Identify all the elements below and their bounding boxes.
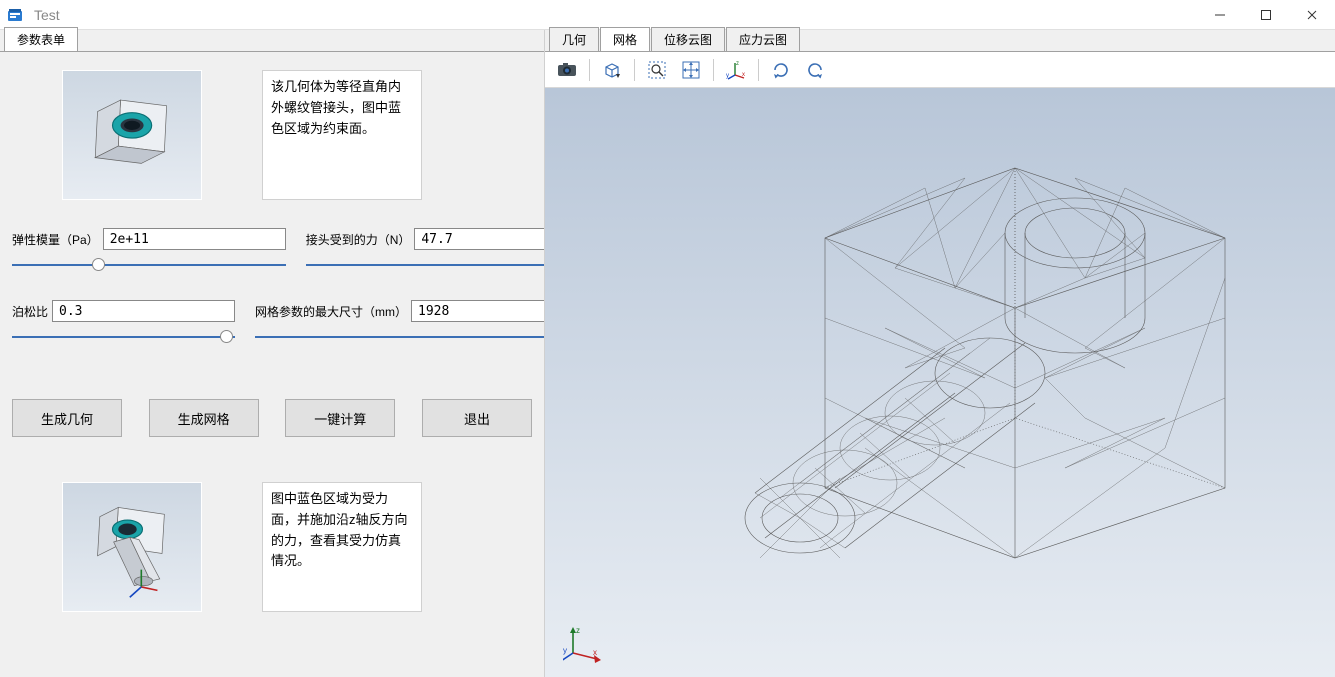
mesh-size-label: 网格参数的最大尺寸（mm） <box>255 303 407 320</box>
axes-icon[interactable]: zx y <box>722 56 750 84</box>
rotate-ccw-icon[interactable] <box>801 56 829 84</box>
tab-parameter-form[interactable]: 参数表单 <box>4 27 78 51</box>
window-title: Test <box>34 7 60 23</box>
generate-mesh-button[interactable]: 生成网格 <box>149 399 259 437</box>
tab-geometry[interactable]: 几何 <box>549 27 599 51</box>
tab-displacement[interactable]: 位移云图 <box>651 27 725 51</box>
zoom-window-icon[interactable] <box>643 56 671 84</box>
svg-text:x: x <box>593 648 597 657</box>
svg-text:z: z <box>576 626 580 635</box>
modulus-slider[interactable] <box>12 258 286 272</box>
svg-text:x: x <box>742 72 745 78</box>
axis-triad-icon: z x y <box>563 623 603 663</box>
generate-geometry-button[interactable]: 生成几何 <box>12 399 122 437</box>
force-label: 接头受到的力（N） <box>306 231 411 248</box>
minimize-button[interactable] <box>1197 0 1243 30</box>
maximize-button[interactable] <box>1243 0 1289 30</box>
view-cube-icon[interactable] <box>598 56 626 84</box>
exit-button[interactable]: 退出 <box>422 399 532 437</box>
mesh-wireframe <box>665 118 1285 658</box>
app-icon <box>6 6 24 24</box>
compute-button[interactable]: 一键计算 <box>285 399 395 437</box>
left-tabbar: 参数表单 <box>0 30 544 52</box>
modulus-input[interactable] <box>103 228 286 250</box>
mesh-size-slider[interactable] <box>255 330 544 344</box>
camera-icon[interactable] <box>553 56 581 84</box>
svg-text:z: z <box>736 61 739 67</box>
zoom-fit-icon[interactable] <box>677 56 705 84</box>
tab-stress[interactable]: 应力云图 <box>726 27 800 51</box>
view-toolbar: zx y <box>545 52 1335 88</box>
close-button[interactable] <box>1289 0 1335 30</box>
poisson-label: 泊松比 <box>12 303 48 320</box>
title-bar: Test <box>0 0 1335 30</box>
svg-text:y: y <box>563 646 567 655</box>
mesh-size-input[interactable] <box>411 300 544 322</box>
geometry-thumbnail-1 <box>62 70 202 200</box>
poisson-slider[interactable] <box>12 330 235 344</box>
modulus-label: 弹性模量（Pa） <box>12 231 99 248</box>
force-slider[interactable] <box>306 258 544 272</box>
tab-mesh[interactable]: 网格 <box>600 27 650 51</box>
parameter-panel: 参数表单 该几何体为等径直角内外螺纹管接头，图中蓝色区域为约束面。 <box>0 30 545 677</box>
viewport-panel: 几何 网格 位移云图 应力云图 zxy <box>545 30 1335 677</box>
geometry-description-1: 该几何体为等径直角内外螺纹管接头，图中蓝色区域为约束面。 <box>262 70 422 200</box>
svg-text:y: y <box>726 73 729 79</box>
geometry-thumbnail-2 <box>62 482 202 612</box>
right-tabbar: 几何 网格 位移云图 应力云图 <box>545 30 1335 52</box>
geometry-description-2: 图中蓝色区域为受力面，并施加沿z轴反方向的力，查看其受力仿真情况。 <box>262 482 422 612</box>
force-input[interactable] <box>414 228 544 250</box>
3d-viewport[interactable]: z x y <box>545 88 1335 677</box>
poisson-input[interactable] <box>52 300 235 322</box>
rotate-cw-icon[interactable] <box>767 56 795 84</box>
